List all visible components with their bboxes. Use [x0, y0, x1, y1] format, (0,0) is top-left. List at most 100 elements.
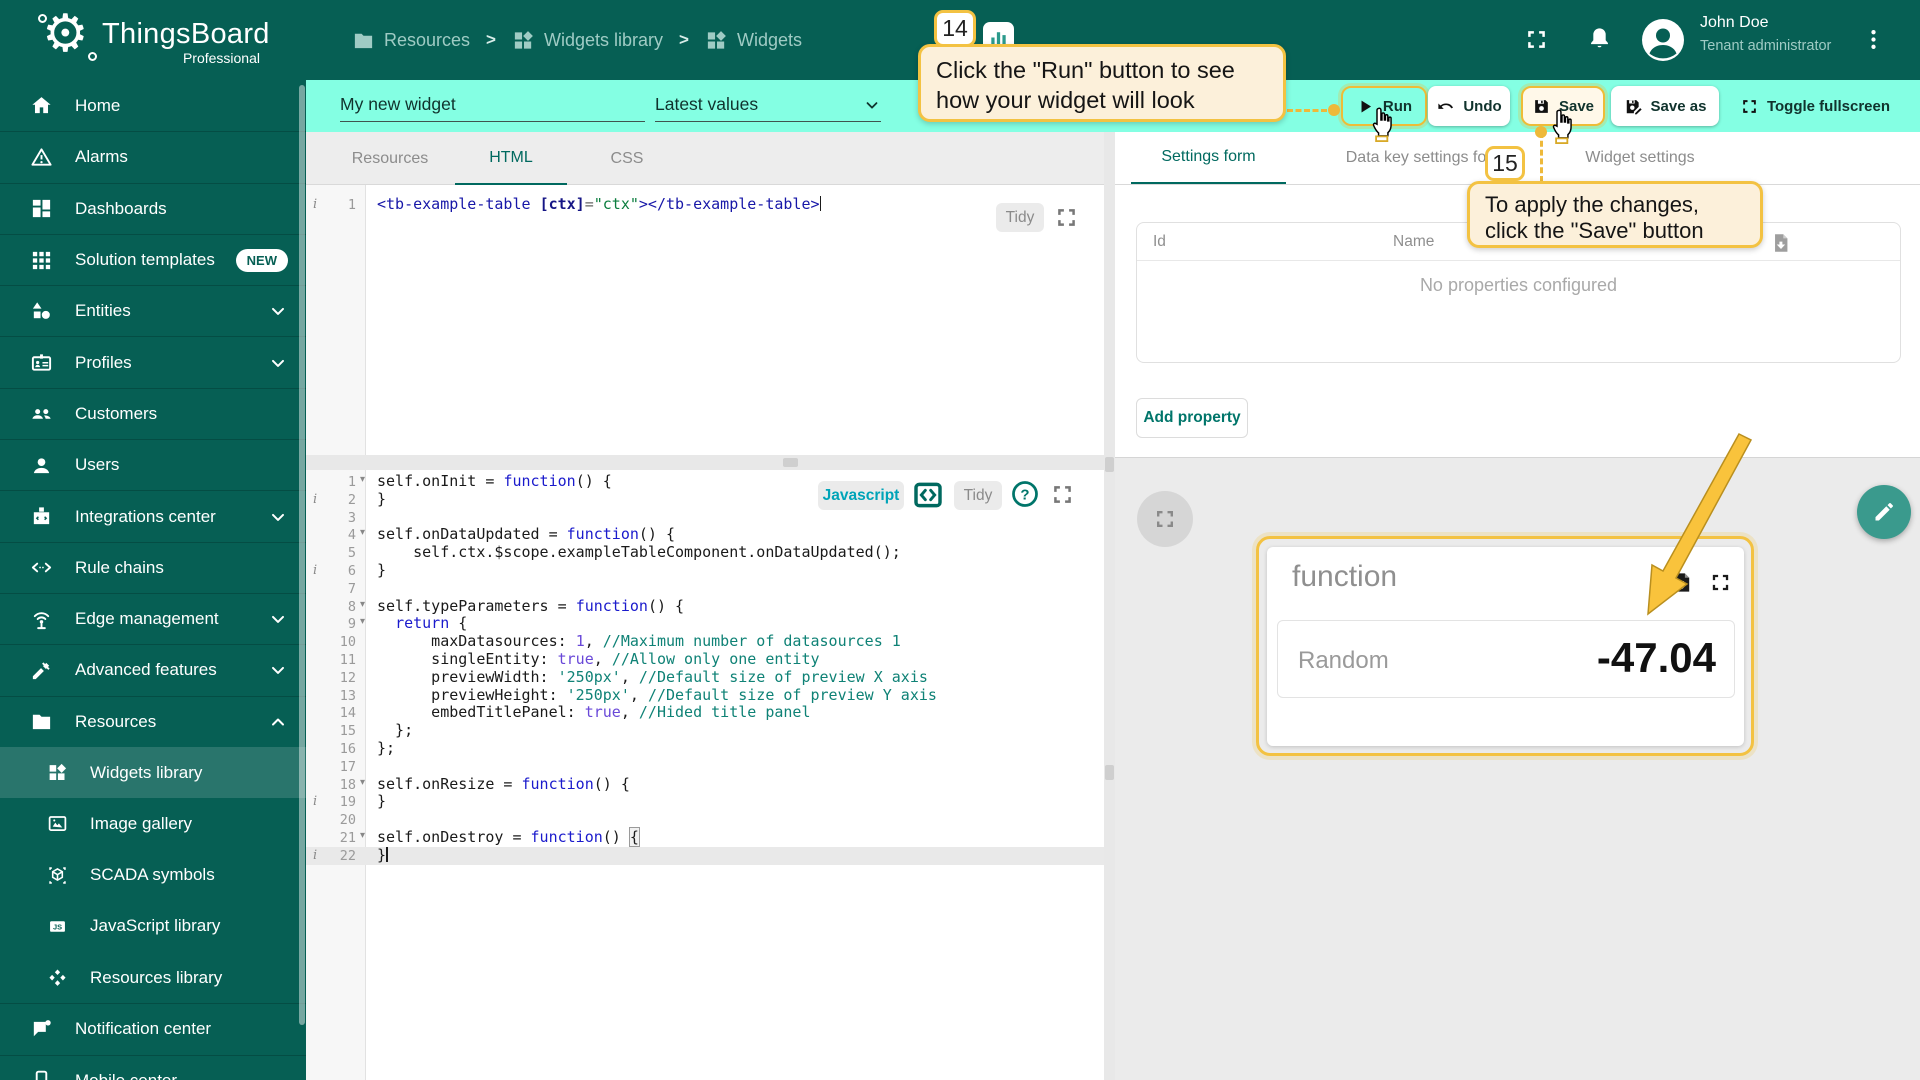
- breadcrumb-label: Resources: [384, 29, 471, 50]
- sidebar-item-customers[interactable]: Customers: [0, 387, 306, 439]
- preview-fullscreen-button[interactable]: [1137, 491, 1193, 547]
- notifications-bell-icon[interactable]: [1586, 25, 1613, 52]
- js-tidy-button[interactable]: Tidy: [954, 481, 1002, 510]
- sidebar-item-resources-library[interactable]: Resources library: [0, 952, 306, 1003]
- toggle-fullscreen-button[interactable]: Toggle fullscreen: [1730, 86, 1900, 126]
- code-line[interactable]: 13 previewHeight: '250px', //Default siz…: [306, 686, 1104, 705]
- sidebar-item-solution-templates[interactable]: Solution templates NEW: [0, 233, 306, 285]
- code-line[interactable]: 20: [306, 811, 1104, 829]
- sidebar-item-profiles[interactable]: Profiles: [0, 336, 306, 387]
- code-line[interactable]: 17: [306, 758, 1104, 776]
- js-fullscreen-icon[interactable]: [1050, 482, 1075, 507]
- add-property-button[interactable]: Add property: [1136, 398, 1248, 438]
- tab-widget-settings[interactable]: Widget settings: [1560, 132, 1720, 184]
- sidebar-item-dashboards[interactable]: Dashboards: [0, 182, 306, 234]
- sidebar-item-image-gallery[interactable]: Image gallery: [0, 798, 306, 849]
- code-line[interactable]: i 22}: [306, 846, 1104, 865]
- line-number: 14: [339, 705, 356, 722]
- user-icon: [30, 454, 53, 477]
- code-editor-icon[interactable]: [912, 479, 944, 511]
- code-line[interactable]: i 1 <tb-example-table [ctx]="ctx"></tb-exa…: [306, 195, 1104, 214]
- fold-arrow-icon[interactable]: ▾: [360, 527, 365, 538]
- code-line[interactable]: 18 ▾ self.onResize = function() {: [306, 775, 1104, 794]
- chevron-down-icon: [268, 609, 288, 629]
- sidebar-item-alarms[interactable]: Alarms: [0, 131, 306, 182]
- code-line[interactable]: 10 maxDatasources: 1, //Maximum number o…: [306, 632, 1104, 651]
- code-line[interactable]: 4 ▾ self.onDataUpdated = function() {: [306, 525, 1104, 544]
- sidebar-item-scada-symbols[interactable]: SCADA symbols: [0, 849, 306, 900]
- code-line[interactable]: 16};: [306, 739, 1104, 758]
- code-line[interactable]: 15 };: [306, 721, 1104, 740]
- horizontal-splitter[interactable]: [306, 455, 1104, 470]
- vertical-splitter[interactable]: [1104, 132, 1115, 1080]
- code-line[interactable]: i 19}: [306, 792, 1104, 811]
- sidebar-item-widgets-library[interactable]: Widgets library: [0, 746, 306, 799]
- fold-arrow-icon[interactable]: ▾: [360, 474, 365, 485]
- sidebar-item-label: Profiles: [75, 352, 132, 372]
- tab-settings-form[interactable]: Settings form: [1131, 132, 1286, 184]
- fold-arrow-icon[interactable]: ▾: [360, 616, 365, 627]
- help-icon[interactable]: ?: [1010, 479, 1040, 509]
- fullscreen-icon[interactable]: [1524, 27, 1549, 52]
- code-line[interactable]: 11 singleEntity: true, //Allow only one …: [306, 650, 1104, 669]
- fold-arrow-icon[interactable]: ▾: [360, 777, 365, 788]
- sidebar-scrollbar[interactable]: [299, 85, 305, 1025]
- code-line[interactable]: 12 previewWidth: '250px', //Default size…: [306, 668, 1104, 687]
- user-avatar[interactable]: [1641, 18, 1685, 62]
- more-menu-icon[interactable]: [1860, 26, 1887, 53]
- import-property-icon[interactable]: [1770, 232, 1792, 254]
- code-line[interactable]: 7: [306, 580, 1104, 598]
- code-text: }: [377, 489, 387, 508]
- svg-text:?: ?: [1020, 486, 1029, 503]
- user-role: Tenant administrator: [1700, 38, 1832, 54]
- code-line[interactable]: 9 ▾ return {: [306, 614, 1104, 633]
- splitter-grip[interactable]: [1105, 457, 1114, 472]
- sidebar-item-users[interactable]: Users: [0, 439, 306, 490]
- edit-widget-fab[interactable]: [1857, 485, 1911, 539]
- code-line[interactable]: 5 self.ctx.$scope.exampleTableComponent.…: [306, 543, 1104, 562]
- tab-html[interactable]: HTML: [455, 132, 567, 185]
- tab-resources[interactable]: Resources: [330, 132, 450, 185]
- datakey-label: Random: [1298, 647, 1389, 674]
- js-code-editor[interactable]: 1 ▾ self.onInit = function() {i 2} 3 4 ▾ self.o…: [306, 470, 1104, 1080]
- code-line[interactable]: 8 ▾ self.typeParameters = function() {: [306, 596, 1104, 616]
- breadcrumb-item[interactable]: Widgets library: [512, 29, 663, 52]
- save-as-button[interactable]: Save as: [1611, 86, 1719, 126]
- code-line[interactable]: 14 embedTitlePanel: true, //Hided title …: [306, 703, 1104, 722]
- tab-css[interactable]: CSS: [572, 132, 682, 185]
- sidebar-item-advanced-features[interactable]: Advanced features: [0, 644, 306, 695]
- breadcrumb-item[interactable]: Widgets: [705, 29, 802, 52]
- undo-button[interactable]: Undo: [1428, 86, 1510, 126]
- splitter-grip[interactable]: [1105, 765, 1114, 780]
- breadcrumb-item[interactable]: Resources: [352, 29, 470, 52]
- sidebar-item-mobile-center[interactable]: Mobile center: [0, 1054, 306, 1080]
- fold-arrow-icon[interactable]: ▾: [360, 830, 365, 841]
- sidebar-item-label: Customers: [75, 403, 158, 423]
- splitter-grip[interactable]: [783, 458, 798, 467]
- sidebar-item-entities[interactable]: Entities: [0, 285, 306, 336]
- widget-type-select[interactable]: Latest values: [655, 88, 881, 122]
- sidebar-item-javascript-library[interactable]: JS JavaScript library: [0, 901, 306, 952]
- text-caret: [819, 196, 822, 211]
- widget-name-input[interactable]: [340, 88, 645, 122]
- sidebar-item-integrations-center[interactable]: Integrations center: [0, 490, 306, 541]
- html-fullscreen-icon[interactable]: [1054, 205, 1079, 230]
- sidebar-item-rule-chains[interactable]: Rule chains: [0, 541, 306, 593]
- fold-arrow-icon[interactable]: ▾: [360, 599, 365, 610]
- line-number: 1: [347, 197, 356, 213]
- line-number: 17: [339, 758, 356, 775]
- sidebar-item-notification-center[interactable]: Notification center: [0, 1003, 306, 1054]
- sidebar-item-edge-management[interactable]: Edge management: [0, 592, 306, 644]
- code-text: self.typeParameters = function() {: [377, 596, 685, 615]
- widgets-icon: [705, 29, 728, 52]
- integrations-icon: [30, 505, 53, 528]
- code-line[interactable]: i 6}: [306, 561, 1104, 580]
- sidebar-item-label: Resources library: [90, 967, 223, 987]
- code-line[interactable]: 3: [306, 509, 1104, 527]
- html-tidy-button[interactable]: Tidy: [996, 203, 1044, 232]
- html-code-editor[interactable]: i 1 <tb-example-table [ctx]="ctx"></tb-exa…: [306, 185, 1104, 455]
- line-number: 10: [339, 634, 356, 651]
- sidebar-item-resources[interactable]: Resources: [0, 695, 306, 747]
- code-line[interactable]: 21 ▾ self.onDestroy = function() {: [306, 826, 1104, 847]
- sidebar-item-home[interactable]: Home: [0, 80, 306, 131]
